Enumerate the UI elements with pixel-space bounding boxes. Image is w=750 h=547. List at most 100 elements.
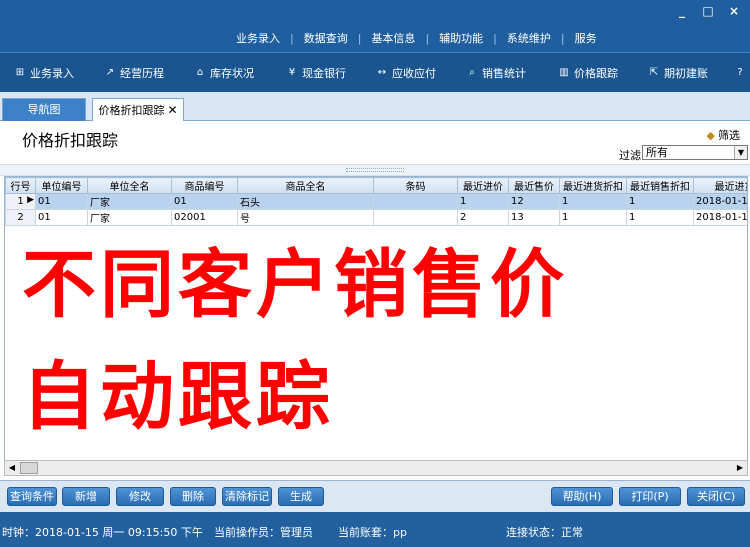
table-cell[interactable]: 1 — [457, 193, 509, 210]
toolbar-help-button[interactable]: ?帮助 — [734, 53, 750, 92]
scroll-left-icon[interactable]: ◀ — [5, 461, 19, 475]
toolbar-entry-button[interactable]: ⊞ 业务录入 — [14, 53, 74, 92]
top-menu-service[interactable]: 服务 — [565, 30, 607, 46]
toolbar-receivable-button[interactable]: ↔ 应收应付 — [376, 53, 436, 92]
table-cell[interactable]: 厂家 — [87, 209, 172, 226]
top-menu-aux[interactable]: 辅助功能 — [429, 30, 493, 46]
table-cell[interactable]: 02001 — [171, 209, 238, 226]
table-cell[interactable]: 01 — [35, 209, 88, 226]
doc-icon: ⊞ — [15, 67, 25, 78]
column-header[interactable]: 最近进货时 — [693, 177, 747, 194]
help-button[interactable]: 帮助(H) — [551, 487, 613, 506]
tab-label: 价格折扣跟踪 — [98, 104, 165, 117]
print-button[interactable]: 打印(P) — [619, 487, 681, 506]
splitter[interactable] — [0, 164, 750, 176]
toolbar-price-track-button[interactable]: ▥ 价格跟踪 — [558, 53, 618, 92]
top-menu-entry[interactable]: 业务录入 — [226, 30, 290, 46]
column-header[interactable]: 最近进价 — [457, 177, 509, 194]
column-header[interactable]: 单位编号 — [35, 177, 88, 194]
toolbar-sales-stats-button[interactable]: ⌕ 销售统计 — [466, 53, 526, 92]
page-title: 价格折扣跟踪 — [22, 131, 119, 150]
table-cell[interactable]: 厂家 — [87, 193, 172, 210]
tab-strip: 导航图 价格折扣跟踪 ✕ — [0, 92, 750, 122]
chevron-down-icon[interactable]: ▼ — [734, 146, 747, 159]
table-row[interactable]: 2 01 厂家 02001 号 2 13 1 1 2018-01-15 — [5, 209, 747, 226]
table-cell[interactable]: 12 — [508, 193, 560, 210]
filter-select[interactable]: 所有 ▼ — [642, 145, 748, 160]
row-number-text: 1 — [17, 196, 24, 207]
column-header[interactable]: 商品全名 — [237, 177, 374, 194]
chart-icon: ↗ — [105, 67, 115, 78]
window-controls: _ □ × — [674, 4, 742, 18]
toolbar-label: 库存状况 — [210, 66, 254, 80]
splitter-grip[interactable] — [346, 168, 404, 172]
status-operator: 当前操作员：管理员 — [214, 526, 313, 539]
status-bar: 时钟：2018-01-15 周一 09:15:50 下午 当前操作员：管理员 当… — [0, 512, 750, 547]
bar-icon: ▥ — [559, 67, 569, 78]
table-cell[interactable]: 1 — [626, 193, 694, 210]
toolbar-label: 期初建账 — [664, 66, 708, 80]
overlay-headline-line1: 不同客户销售价 — [22, 242, 568, 328]
edit-button[interactable]: 修改 — [116, 487, 164, 506]
arrows-icon: ↔ — [377, 67, 387, 78]
column-header[interactable]: 条码 — [373, 177, 458, 194]
table-cell[interactable] — [373, 209, 458, 226]
generate-button[interactable]: 生成 — [278, 487, 324, 506]
main-toolbar: ⊞ 业务录入 ↗ 经营历程 ⌂ 库存状况 ¥ 现金银行 ↔ 应收应付 ⌕ 销售统计 ▥ 价格跟… — [0, 52, 750, 92]
table-cell[interactable]: 1 — [626, 209, 694, 226]
table-row[interactable]: 1▶ 01 厂家 01 石头 1 12 1 1 2018-01-15 — [5, 193, 747, 210]
yen-icon: ¥ — [288, 67, 296, 78]
filter-button[interactable]: ◆ 筛选 — [707, 127, 740, 143]
column-header[interactable]: 最近售价 — [508, 177, 560, 194]
add-button[interactable]: 新增 — [62, 487, 110, 506]
clear-marks-button[interactable]: 清除标记 — [222, 487, 272, 506]
column-header[interactable]: 行号 — [5, 177, 36, 194]
export-icon: ⇱ — [649, 67, 659, 78]
top-menu-system[interactable]: 系统维护 — [497, 30, 561, 46]
horizontal-scrollbar[interactable]: ◀ ▶ — [4, 460, 748, 476]
top-menu-basic[interactable]: 基本信息 — [361, 30, 425, 46]
table-cell[interactable]: 01 — [35, 193, 88, 210]
grid-table: 行号 单位编号 单位全名 商品编号 商品全名 条码 最近进价 最近售价 最近进货… — [5, 177, 747, 226]
row-pointer-icon: ▶ — [27, 195, 34, 205]
table-cell[interactable] — [373, 193, 458, 210]
button-bar: 查询条件 新增 修改 删除 清除标记 生成 帮助(H) 打印(P) 关闭(C) — [0, 480, 750, 512]
tab-navigation[interactable]: 导航图 — [2, 98, 86, 121]
status-connection: 连接状态：正常 — [506, 526, 583, 539]
status-account: 当前账套：pp — [338, 526, 407, 539]
table-cell[interactable]: 13 — [508, 209, 560, 226]
minimize-icon[interactable]: _ — [674, 4, 690, 18]
top-menu-query[interactable]: 数据查询 — [294, 30, 358, 46]
row-number: 1 ▶ — [5, 193, 36, 210]
table-cell[interactable]: 2018-01-15 — [693, 193, 747, 210]
filter-button-label: 筛选 — [718, 129, 740, 142]
column-header[interactable]: 单位全名 — [87, 177, 172, 194]
table-cell[interactable]: 号 — [237, 209, 374, 226]
scroll-thumb[interactable] — [20, 462, 38, 474]
row-number: 2 — [5, 209, 36, 226]
close-icon[interactable]: ✕ — [167, 103, 177, 117]
title-bar: _ □ × 业务录入 | 数据查询 | 基本信息 | 辅助功能 | 系统维护 | 服务 — [0, 0, 750, 52]
close-button[interactable]: 关闭(C) — [687, 487, 745, 506]
delete-button[interactable]: 删除 — [170, 487, 216, 506]
help-icon: ? — [737, 67, 743, 78]
table-cell[interactable]: 1 — [559, 193, 627, 210]
table-cell[interactable]: 01 — [171, 193, 238, 210]
status-clock: 时钟：2018-01-15 周一 09:15:50 下午 — [2, 526, 203, 539]
query-conditions-button[interactable]: 查询条件 — [7, 487, 57, 506]
tab-price-discount-tracking[interactable]: 价格折扣跟踪 ✕ — [92, 98, 184, 122]
table-cell[interactable]: 2018-01-15 — [693, 209, 747, 226]
column-header[interactable]: 最近进货折扣 — [559, 177, 627, 194]
toolbar-opening-button[interactable]: ⇱ 期初建账 — [648, 53, 708, 92]
table-cell[interactable]: 2 — [457, 209, 509, 226]
maximize-icon[interactable]: □ — [700, 4, 716, 18]
column-header[interactable]: 最近销售折扣 — [626, 177, 694, 194]
toolbar-history-button[interactable]: ↗ 经营历程 — [104, 53, 164, 92]
toolbar-cash-button[interactable]: ¥ 现金银行 — [286, 53, 346, 92]
table-cell[interactable]: 1 — [559, 209, 627, 226]
close-window-icon[interactable]: × — [726, 4, 742, 18]
table-cell[interactable]: 石头 — [237, 193, 374, 210]
scroll-right-icon[interactable]: ▶ — [733, 461, 747, 475]
column-header[interactable]: 商品编号 — [171, 177, 238, 194]
toolbar-stock-button[interactable]: ⌂ 库存状况 — [194, 53, 254, 92]
